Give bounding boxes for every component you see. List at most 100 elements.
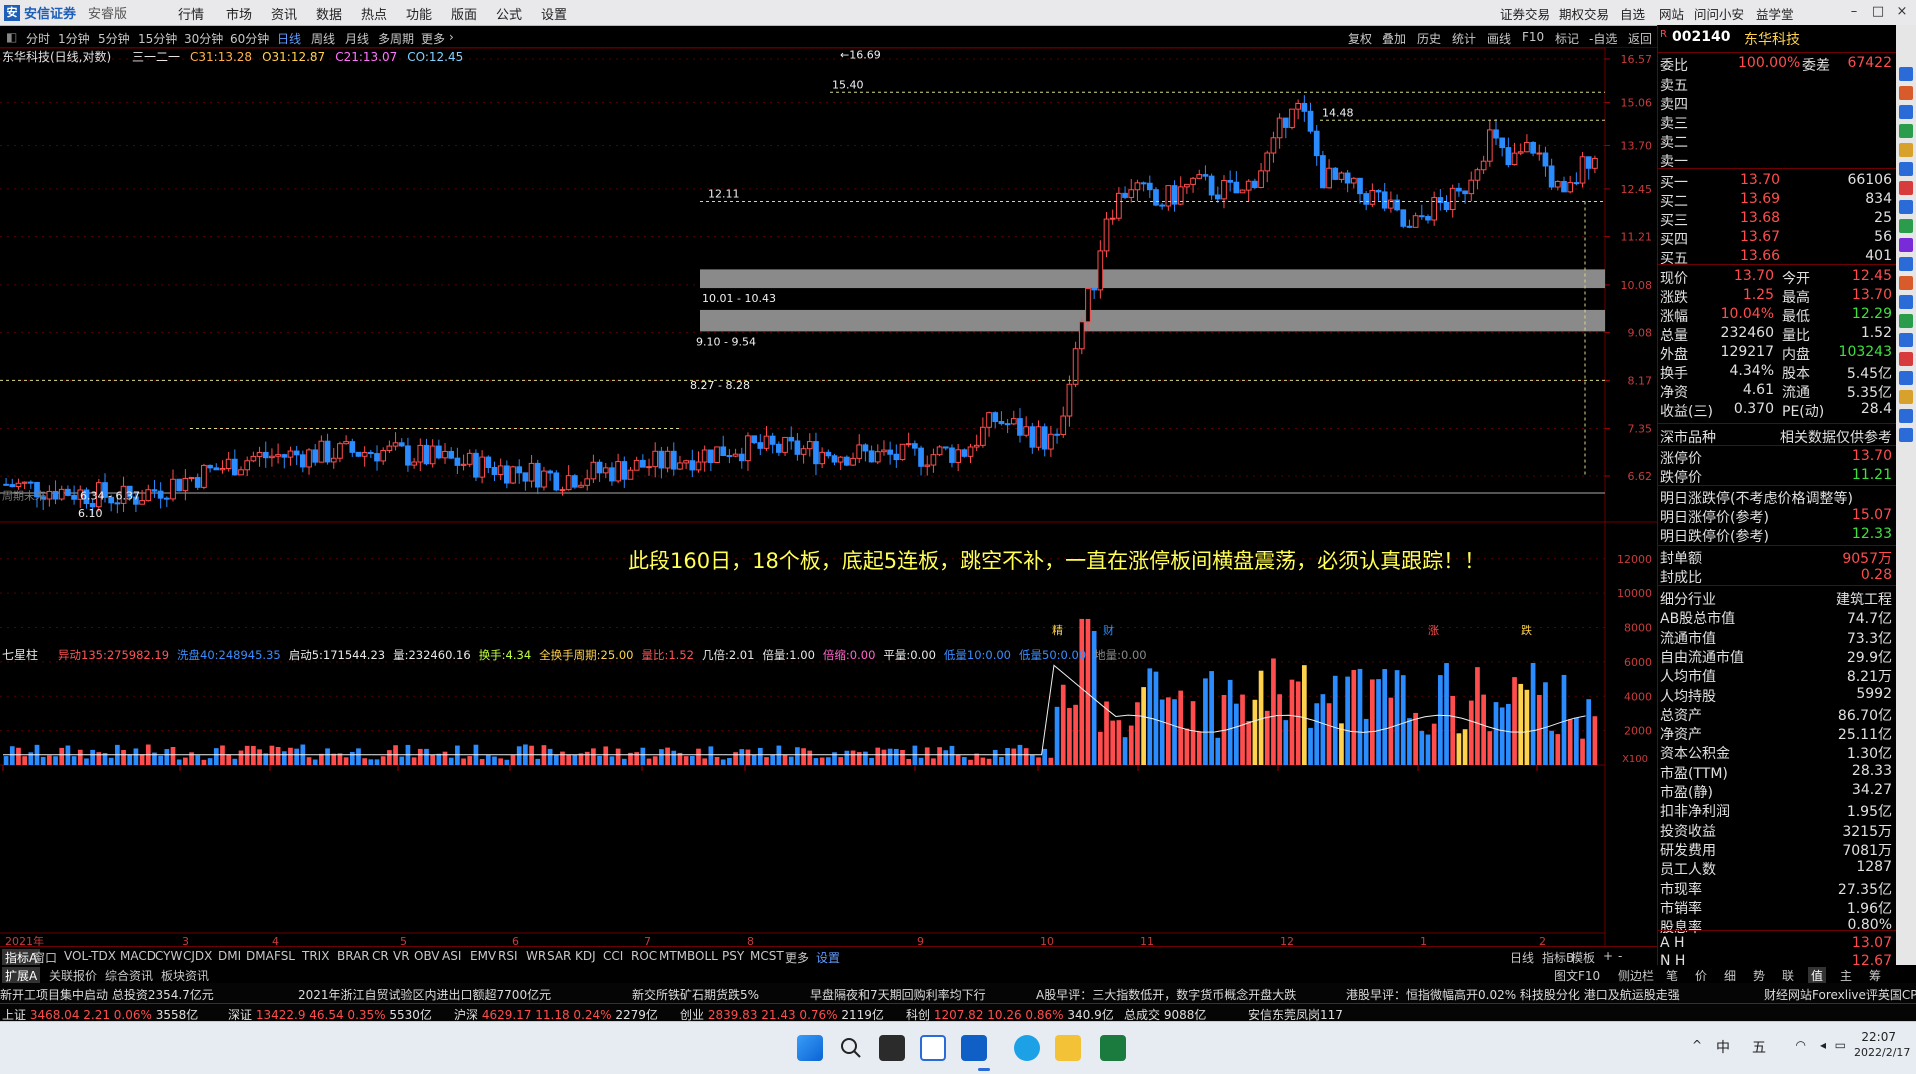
event-marker[interactable]: 精: [1052, 624, 1063, 637]
volume-icon[interactable]: ◂: [1820, 1038, 1826, 1052]
indicator-tab[interactable]: TRIX: [299, 949, 332, 963]
side-tool-icon[interactable]: [1899, 428, 1913, 442]
menu-item[interactable]: 资讯: [271, 4, 297, 23]
indicator-tab[interactable]: KDJ: [572, 949, 599, 963]
wifi-icon[interactable]: ◠: [1796, 1038, 1806, 1052]
menu-item[interactable]: 热点: [361, 4, 387, 23]
menu-securities-trade[interactable]: 证券交易: [1500, 4, 1550, 23]
indicator-tab[interactable]: FSL: [271, 949, 298, 963]
tool-item[interactable]: 叠加: [1382, 30, 1406, 47]
menu-item[interactable]: 公式: [496, 4, 522, 23]
extension-tab[interactable]: 综合资讯: [102, 967, 156, 984]
indicator-tab[interactable]: 窗口: [30, 949, 60, 966]
task-view-icon[interactable]: [879, 1035, 905, 1061]
tool-item[interactable]: 统计: [1452, 30, 1476, 47]
tool-item[interactable]: 历史: [1417, 30, 1441, 47]
right-tab[interactable]: 指标B: [1539, 949, 1577, 966]
tf-tab[interactable]: 月线: [345, 30, 369, 47]
side-tool-icon[interactable]: [1899, 371, 1913, 385]
side-tool-icon[interactable]: [1899, 409, 1913, 423]
news-item[interactable]: 2021年浙江自贸试验区内进出口额超7700亿元: [298, 986, 551, 1003]
tf-tab[interactable]: 周线: [311, 30, 335, 47]
quote-tab[interactable]: 筹: [1866, 967, 1884, 984]
tf-tab-more[interactable]: 更多: [421, 30, 445, 47]
search-icon[interactable]: [838, 1035, 864, 1061]
side-tool-icon[interactable]: [1899, 200, 1913, 214]
right-tab[interactable]: -: [1615, 949, 1625, 963]
f10-tab[interactable]: 侧边栏: [1615, 967, 1657, 984]
extension-tab[interactable]: 关联报价: [46, 967, 100, 984]
quote-tab[interactable]: 笔: [1663, 967, 1681, 984]
extension-tab[interactable]: 板块资讯: [158, 967, 212, 984]
menu-watchlist[interactable]: 自选: [1620, 4, 1645, 23]
right-tab[interactable]: +: [1600, 949, 1616, 963]
close-icon[interactable]: ×: [1892, 2, 1912, 22]
panel-toggle-icon[interactable]: ◧: [6, 30, 17, 44]
side-tool-icon[interactable]: [1899, 352, 1913, 366]
extension-tab[interactable]: 扩展A: [2, 967, 41, 984]
event-marker[interactable]: 财: [1103, 623, 1114, 637]
indicator-tab[interactable]: SAR: [544, 949, 574, 963]
ime-indicator[interactable]: 中: [1716, 1037, 1730, 1057]
side-tool-icon[interactable]: [1899, 219, 1913, 233]
browser-icon[interactable]: [1014, 1035, 1040, 1061]
indicator-tab[interactable]: CCI: [600, 949, 626, 963]
event-marker[interactable]: 跌: [1521, 623, 1532, 637]
menu-item[interactable]: 行情: [178, 4, 204, 23]
side-tool-icon[interactable]: [1899, 67, 1913, 81]
indicator-tab[interactable]: RSI: [495, 949, 521, 963]
side-tool-icon[interactable]: [1899, 181, 1913, 195]
side-tool-icon[interactable]: [1899, 390, 1913, 404]
menu-item[interactable]: 版面: [451, 4, 477, 23]
side-tool-icon[interactable]: [1899, 143, 1913, 157]
tf-tab[interactable]: 分时: [26, 30, 50, 47]
news-item[interactable]: 港股早评：恒指微幅高开0.02% 科技股分化 港口及航运股走强: [1346, 986, 1680, 1003]
quote-tab[interactable]: 主: [1837, 967, 1855, 984]
news-item[interactable]: 新开工项目集中启动 总投资2354.7亿元: [0, 986, 214, 1003]
tf-tab[interactable]: 30分钟: [184, 30, 223, 47]
indicator-tab[interactable]: BOLL: [684, 949, 721, 963]
side-tool-icon[interactable]: [1899, 86, 1913, 100]
tf-tab[interactable]: 60分钟: [230, 30, 269, 47]
tool-item[interactable]: F10: [1522, 30, 1544, 44]
indicator-tab[interactable]: 设置: [813, 949, 843, 966]
side-tool-icon[interactable]: [1899, 162, 1913, 176]
f10-tab[interactable]: 图文F10: [1551, 967, 1603, 984]
tf-tab[interactable]: 1分钟: [58, 30, 90, 47]
menu-item[interactable]: 市场: [226, 4, 252, 23]
event-marker[interactable]: 涨: [1428, 624, 1439, 637]
ime-mode[interactable]: 五: [1752, 1037, 1766, 1057]
tool-item[interactable]: -自选: [1589, 30, 1617, 47]
tool-item[interactable]: 返回: [1628, 30, 1652, 47]
excel-icon[interactable]: [1100, 1035, 1126, 1061]
indicator-tab[interactable]: OBV: [411, 949, 443, 963]
tf-tab[interactable]: 5分钟: [98, 30, 130, 47]
chevron-up-icon[interactable]: ^: [1692, 1038, 1702, 1052]
quote-tab[interactable]: 细: [1721, 967, 1739, 984]
side-tool-icon[interactable]: [1899, 124, 1913, 138]
tool-item[interactable]: 画线: [1487, 30, 1511, 47]
quote-tab[interactable]: 势: [1750, 967, 1768, 984]
widgets-icon[interactable]: [920, 1035, 946, 1061]
chart-area[interactable]: 16.57 15.06 13.70 12.45 11.21 10.08 9.08 8.17 7.…: [0, 47, 1657, 947]
maximize-icon[interactable]: □: [1868, 2, 1888, 22]
indicator-tab[interactable]: VR: [390, 949, 413, 963]
side-tool-icon[interactable]: [1899, 257, 1913, 271]
side-tool-icon[interactable]: [1899, 314, 1913, 328]
tool-item[interactable]: 标记: [1555, 30, 1579, 47]
indicator-tab[interactable]: MCST: [747, 949, 787, 963]
menu-item[interactable]: 数据: [316, 4, 342, 23]
menu-website[interactable]: 网站: [1659, 4, 1684, 23]
side-tool-icon[interactable]: [1899, 238, 1913, 252]
tf-tab[interactable]: 15分钟: [138, 30, 177, 47]
side-tool-icon[interactable]: [1899, 105, 1913, 119]
indicator-tab[interactable]: PSY: [719, 949, 747, 963]
chevron-right-icon[interactable]: ›: [449, 30, 454, 44]
indicator-tab[interactable]: DMI: [215, 949, 244, 963]
news-item[interactable]: 财经网站Forexlive评英国CPI数据: [1764, 986, 1916, 1003]
indicator-tab[interactable]: CR: [369, 949, 392, 963]
indicator-tab[interactable]: CJDX: [180, 949, 215, 963]
tf-tab[interactable]: 多周期: [378, 30, 414, 47]
start-icon[interactable]: [797, 1035, 823, 1061]
indicator-tab[interactable]: VOL-TDX: [61, 949, 119, 963]
